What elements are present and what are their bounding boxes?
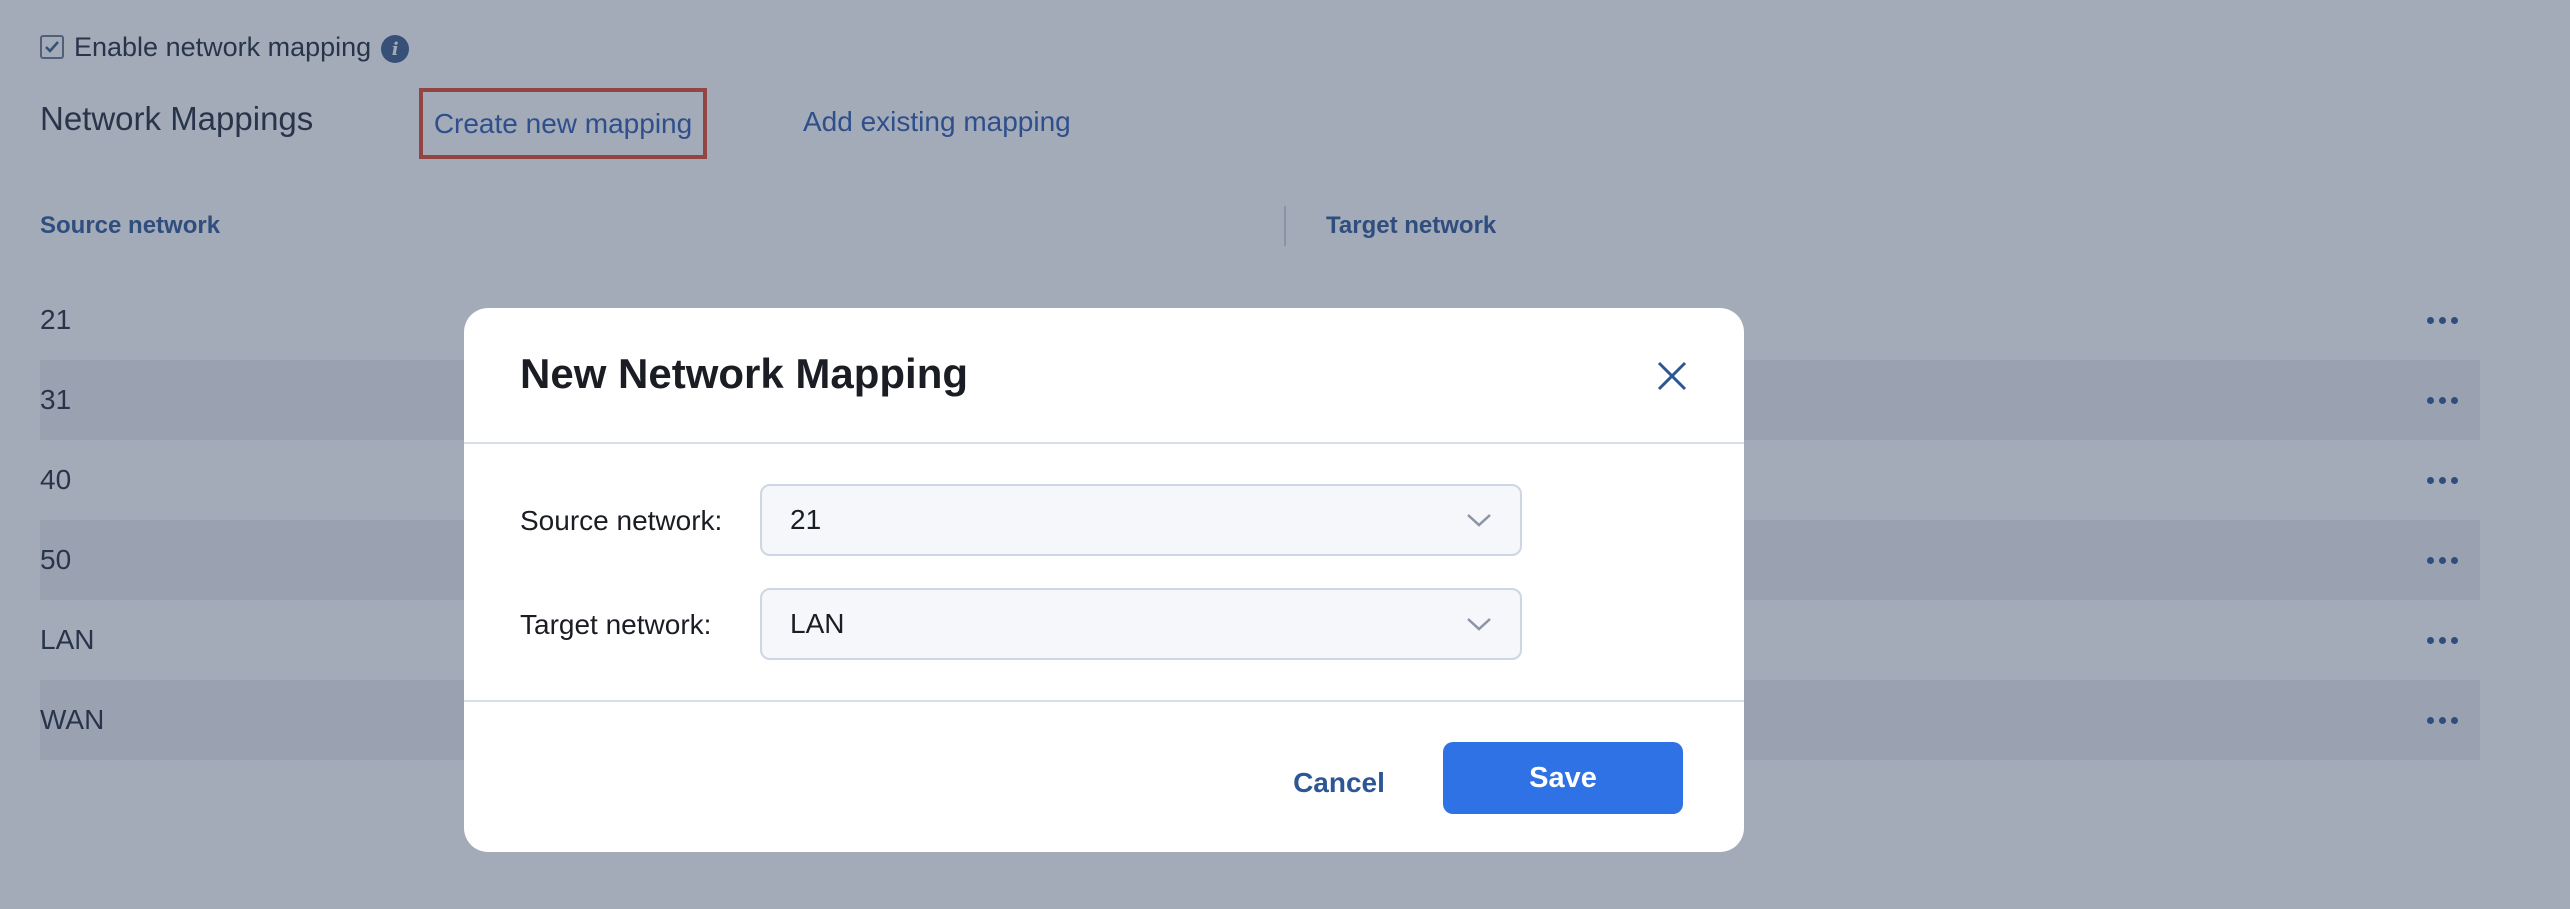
source-network-label: Source network: bbox=[520, 505, 723, 536]
close-icon bbox=[1657, 361, 1687, 391]
dialog-footer-divider bbox=[464, 700, 1744, 702]
chevron-down-icon bbox=[1467, 514, 1491, 527]
dialog-title: New Network Mapping bbox=[520, 350, 969, 397]
source-network-select[interactable]: 21 bbox=[760, 484, 1522, 556]
target-network-select[interactable]: LAN bbox=[760, 588, 1522, 660]
new-network-mapping-dialog: New Network Mapping Source network: 21 T… bbox=[464, 308, 1744, 852]
chevron-down-icon bbox=[1467, 618, 1491, 631]
save-button[interactable]: Save bbox=[1443, 742, 1683, 814]
target-network-value: LAN bbox=[790, 608, 845, 639]
target-network-label: Target network: bbox=[520, 609, 712, 640]
close-button[interactable] bbox=[1650, 354, 1694, 398]
source-network-value: 21 bbox=[790, 504, 822, 535]
dialog-header-divider bbox=[464, 442, 1744, 444]
page: Enable network mapping i Network Mapping… bbox=[0, 0, 2570, 909]
cancel-button[interactable]: Cancel bbox=[1284, 756, 1394, 810]
